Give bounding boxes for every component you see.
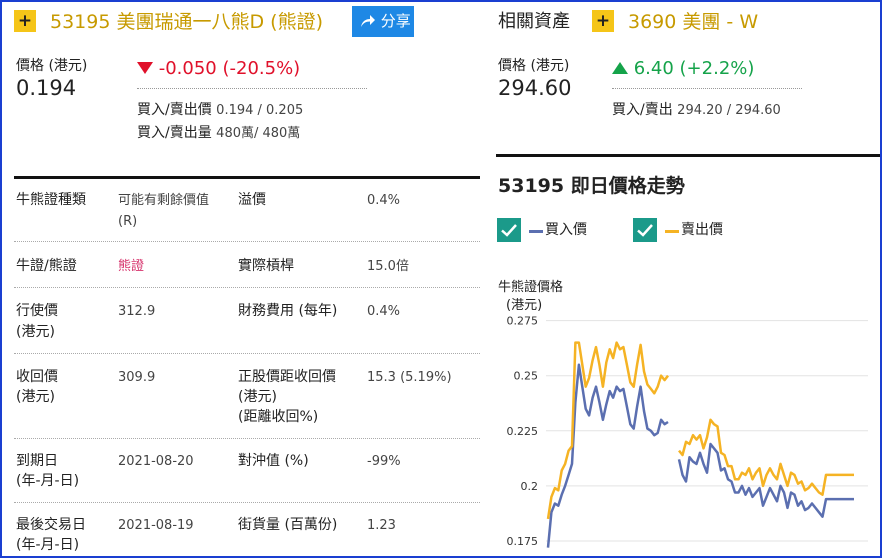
detail-key: 牛證/熊證 — [16, 258, 77, 274]
ask-series-checkbox[interactable] — [633, 218, 657, 242]
detail-key: 到期日 — [16, 453, 58, 469]
detail-value: 15.3 (5.19%) — [367, 370, 452, 385]
detail-key: (港元) — [238, 389, 277, 405]
detail-value: (R) — [118, 214, 138, 229]
triangle-down-icon — [137, 62, 153, 74]
related-bid-ask-row: 買入/賣出 294.20 / 294.60 — [612, 99, 781, 121]
detail-key: (距離收回%) — [238, 409, 319, 425]
detail-key: 最後交易日 — [16, 517, 86, 533]
detail-key: (港元) — [16, 324, 55, 340]
detail-value: 312.9 — [118, 304, 156, 319]
warrant-price-label: 價格 (港元) — [16, 58, 88, 74]
bid-ask-value: 0.194 / 0.205 — [216, 103, 304, 118]
related-asset-title[interactable]: 3690 美團 - W — [628, 8, 758, 36]
row-divider — [14, 502, 480, 503]
triangle-up-icon — [612, 62, 628, 74]
plus-icon[interactable]: + — [14, 10, 36, 32]
detail-key: 正股價距收回價 — [238, 369, 336, 385]
warrant-change: -0.050 (-20.5%) — [137, 58, 300, 79]
warrant-title: 53195 美團瑞通一八熊D (熊證) — [50, 8, 323, 36]
chart-ylabel: 牛熊證價格 — [498, 280, 564, 295]
related-price-label: 價格 (港元) — [498, 58, 570, 74]
warrant-type-tag: (熊證) — [270, 11, 323, 33]
detail-key: 溢價 — [238, 192, 266, 208]
detail-key: (港元) — [16, 389, 55, 405]
detail-key: 牛熊證種類 — [16, 192, 86, 208]
price-chart: 0.275 0.25 0.225 0.2 0.175 — [507, 315, 868, 548]
y-tick-label: 0.2 — [521, 480, 539, 493]
detail-key: 街貨量 (百萬份) — [238, 517, 338, 533]
row-divider — [14, 438, 480, 439]
detail-key: 行使價 — [16, 303, 58, 319]
detail-key: 實際槓桿 — [238, 258, 294, 274]
y-tick-label: 0.175 — [507, 535, 539, 548]
detail-value: 309.9 — [118, 370, 156, 385]
warrant-change-value: -0.050 (-20.5%) — [158, 58, 301, 79]
detail-key: (年-月-日) — [16, 473, 80, 489]
divider — [612, 88, 802, 89]
divider — [137, 88, 367, 89]
bid-ask-label: 買入/賣出價 — [137, 102, 212, 118]
detail-value: 0.4% — [367, 304, 401, 319]
series-line-買入價 — [677, 442, 854, 518]
legend-label: 買入價 — [545, 222, 587, 238]
related-change: 6.40 (+2.2%) — [612, 58, 754, 79]
row-divider — [14, 241, 480, 242]
related-price: 294.60 — [498, 76, 572, 100]
checkmark-icon — [501, 224, 517, 237]
checkmark-icon — [637, 224, 653, 237]
y-tick-label: 0.225 — [507, 425, 539, 438]
section-divider — [14, 176, 480, 179]
bid-ask-volume-value: 480萬/ 480萬 — [216, 126, 301, 141]
bid-series-checkbox[interactable] — [497, 218, 521, 242]
row-divider — [14, 287, 480, 288]
section-divider — [496, 154, 880, 157]
detail-value: 熊證 — [118, 259, 145, 274]
detail-value: 2021-08-20 — [118, 454, 194, 469]
y-tick-label: 0.275 — [507, 315, 539, 328]
bid-ask-volume-label: 買入/賣出量 — [137, 125, 212, 141]
detail-value: 可能有剩餘價值 — [118, 193, 210, 208]
legend-swatch — [529, 230, 543, 233]
row-divider — [14, 353, 480, 354]
detail-key: 財務費用 (每年) — [238, 303, 338, 319]
detail-key: 對沖值 (%) — [238, 453, 309, 469]
related-asset-header: 相關資產 — [498, 11, 570, 32]
chart-title: 53195 即日價格走勢 — [498, 175, 685, 197]
detail-key: 收回價 — [16, 369, 58, 385]
bid-ask-row: 買入/賣出價 0.194 / 0.205 — [137, 99, 303, 121]
share-button[interactable]: 分享 — [352, 6, 414, 37]
legend-label: 賣出價 — [681, 222, 723, 238]
warrant-price: 0.194 — [16, 76, 77, 100]
bid-ask-volume-row: 買入/賣出量 480萬/ 480萬 — [137, 122, 300, 144]
detail-key: (年-月-日) — [16, 537, 80, 553]
y-tick-label: 0.25 — [514, 370, 539, 383]
related-change-value: 6.40 (+2.2%) — [633, 58, 755, 79]
warrant-title-text: 53195 美團瑞通一八熊D — [50, 11, 265, 33]
detail-value: 1.23 — [367, 518, 396, 533]
related-bid-ask-label: 買入/賣出 — [612, 102, 673, 118]
detail-value: -99% — [367, 454, 401, 469]
plus-icon[interactable]: + — [592, 10, 614, 32]
detail-value: 2021-08-19 — [118, 518, 194, 533]
share-label: 分享 — [380, 12, 411, 30]
detail-value: 0.4% — [367, 193, 401, 208]
related-bid-ask-value: 294.20 / 294.60 — [677, 103, 781, 118]
legend-swatch — [665, 230, 679, 233]
detail-value: 15.0倍 — [367, 259, 409, 274]
share-arrow-icon — [361, 15, 375, 27]
